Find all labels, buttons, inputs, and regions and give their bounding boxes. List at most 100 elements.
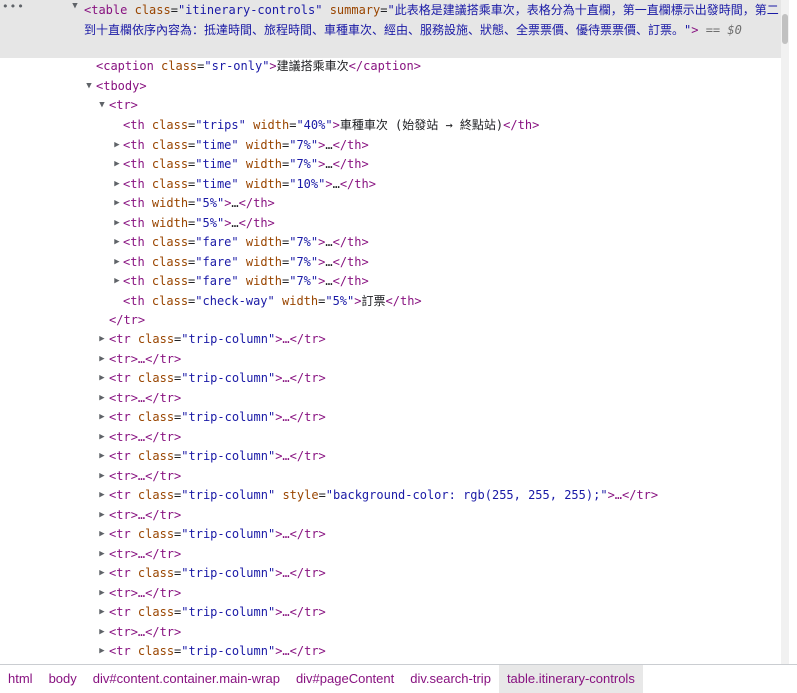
attr-value: "time"	[195, 157, 239, 171]
collapse-triangle-icon[interactable]: ▼	[97, 96, 107, 116]
th-node[interactable]: <th class="time" width="7%">…</th>	[123, 136, 369, 156]
close-tag: </th>	[238, 196, 275, 210]
attr-value: "7%"	[289, 274, 319, 288]
expand-triangle-icon[interactable]: ▶	[112, 253, 122, 273]
expand-triangle-icon[interactable]: ▶	[112, 194, 122, 214]
tr-node[interactable]: <tr class="trip-column">…</tr>	[109, 642, 326, 662]
th-node[interactable]: <th class="fare" width="7%">…</th>	[123, 253, 369, 273]
breadcrumb-item[interactable]: div#content.container.main-wrap	[85, 665, 288, 693]
th-node[interactable]: <th class="trips" width="40%">車種車次 (始發站 …	[123, 116, 539, 136]
attr-value: "trip-column"	[181, 605, 276, 619]
collapse-triangle-icon[interactable]: ▼	[84, 77, 94, 97]
header-tr-node[interactable]: <tr>	[109, 96, 138, 116]
attr-name: width	[245, 157, 282, 171]
expand-triangle-icon[interactable]: ▶	[112, 214, 122, 234]
expand-triangle-icon[interactable]: ▶	[112, 272, 122, 292]
attr-name: width	[245, 254, 282, 269]
selected-node-row[interactable]: ••• ▼ <table class="itinerary-controls" …	[0, 0, 789, 58]
tr-node[interactable]: <tr>…</tr>	[109, 623, 181, 643]
th-node[interactable]: <th class="fare" width="7%">…</th>	[123, 272, 369, 292]
header-tr-close[interactable]: </tr>	[109, 311, 145, 331]
th-node[interactable]: <th class="time" width="10%">…</th>	[123, 175, 376, 195]
breadcrumb-item[interactable]: div#pageContent	[288, 665, 402, 693]
attr-value: "trip-column"	[181, 371, 276, 385]
th-node[interactable]: <th class="fare" width="7%">…</th>	[123, 233, 369, 253]
th-node[interactable]: <th class="check-way" width="5%">訂票</th>	[123, 292, 422, 312]
expand-triangle-icon[interactable]: ▶	[97, 584, 107, 604]
tag-name: <tr	[109, 605, 131, 619]
close-tag: </th>	[332, 235, 369, 249]
breadcrumb-item[interactable]: table.itinerary-controls	[498, 665, 643, 693]
attr-value: "7%"	[289, 254, 319, 269]
attr-name: class	[137, 449, 175, 463]
breadcrumb-item[interactable]: body	[41, 665, 85, 693]
expand-triangle-icon[interactable]: ▶	[112, 136, 122, 156]
tr-node[interactable]: <tr class="trip-column">…</tr>	[109, 525, 326, 545]
tr-node[interactable]: <tr class="trip-column">…</tr>	[109, 330, 326, 350]
expand-triangle-icon[interactable]: ▶	[97, 447, 107, 467]
attr-value: "5%"	[195, 196, 225, 210]
attr-value: "time"	[195, 137, 239, 152]
vertical-scrollbar[interactable]	[781, 0, 789, 664]
tag-name: <tr	[109, 371, 131, 385]
caption-node[interactable]: <caption class="sr-only">建議搭乘車次</caption…	[96, 57, 421, 77]
expand-triangle-icon[interactable]: ▶	[112, 233, 122, 253]
tr-node[interactable]: <tr class="trip-column">…</tr>	[109, 447, 326, 467]
attr-name: width	[282, 293, 319, 308]
tag-name: <th	[123, 118, 145, 132]
expand-triangle-icon[interactable]: ▶	[97, 525, 107, 545]
tr-node[interactable]: <tr class="trip-column">…</tr>	[109, 603, 326, 623]
tag-name: <th	[123, 254, 145, 269]
close-tag: </th>	[332, 274, 369, 288]
tr-node[interactable]: <tr class="trip-column" style="backgroun…	[109, 486, 658, 506]
tr-node[interactable]: <tr>…</tr>	[109, 545, 181, 565]
expand-triangle-icon[interactable]: ▶	[97, 369, 107, 389]
tr-node[interactable]: <tr>…</tr>	[109, 389, 181, 409]
expand-triangle-icon[interactable]: ▶	[97, 506, 107, 526]
tr-node[interactable]: <tr class="trip-column">…</tr>	[109, 564, 326, 584]
more-options-icon[interactable]: •••	[2, 0, 25, 13]
expand-triangle-icon[interactable]: ▶	[97, 408, 107, 428]
expand-triangle-icon[interactable]: ▶	[97, 428, 107, 448]
elements-tree[interactable]: ••• ▼ <table class="itinerary-controls" …	[0, 0, 789, 664]
expand-triangle-icon[interactable]: ▶	[97, 389, 107, 409]
expand-triangle-icon[interactable]: ▶	[97, 545, 107, 565]
breadcrumb-item[interactable]: div.search-trip	[402, 665, 499, 693]
expand-triangle-icon[interactable]: ▶	[97, 642, 107, 662]
expand-triangle-icon[interactable]: ▶	[97, 564, 107, 584]
attr-value: "trip-column"	[181, 644, 276, 658]
attr-name: class	[151, 176, 189, 191]
th-node[interactable]: <th width="5%">…</th>	[123, 214, 275, 234]
tr-node[interactable]: <tr>…</tr>	[109, 350, 181, 370]
collapsed-content: >…</tr>	[607, 488, 659, 502]
th-node[interactable]: <th width="5%">…</th>	[123, 194, 275, 214]
tag-name: <th	[123, 293, 145, 308]
attr-value: "background-color: rgb(255, 255, 255);"	[325, 488, 608, 502]
expand-triangle-icon[interactable]: ▶	[112, 155, 122, 175]
expand-triangle-icon[interactable]: ▶	[112, 175, 122, 195]
expand-triangle-icon[interactable]: ▶	[97, 603, 107, 623]
scrollbar-thumb[interactable]	[782, 14, 788, 44]
expand-triangle-icon[interactable]: ▶	[97, 467, 107, 487]
breadcrumb-item[interactable]: html	[0, 665, 41, 693]
expand-triangle-icon[interactable]: ▶	[97, 623, 107, 643]
expand-triangle-icon[interactable]: ▶	[97, 350, 107, 370]
collapse-triangle-icon[interactable]: ▼	[70, 1, 80, 11]
tag-name: <th	[123, 176, 145, 191]
expand-triangle-icon[interactable]: ▶	[97, 486, 107, 506]
attr-name: style	[282, 488, 319, 502]
tr-node[interactable]: <tr>…</tr>	[109, 428, 181, 448]
tag-bracket: >	[354, 293, 362, 308]
tr-node[interactable]: <tr class="trip-column">…</tr>	[109, 408, 326, 428]
th-node[interactable]: <th class="time" width="7%">…</th>	[123, 155, 369, 175]
tr-node[interactable]: <tr>…</tr>	[109, 506, 181, 526]
expand-triangle-icon[interactable]: ▶	[97, 330, 107, 350]
attr-value: "trip-column"	[181, 488, 276, 502]
tbody-node[interactable]: <tbody>	[96, 77, 147, 97]
attr-value: "check-way"	[195, 293, 275, 308]
attr-name: class	[137, 605, 175, 619]
tag-name: <th	[123, 196, 145, 210]
tr-node[interactable]: <tr>…</tr>	[109, 584, 181, 604]
tr-node[interactable]: <tr>…</tr>	[109, 467, 181, 487]
tr-node[interactable]: <tr class="trip-column">…</tr>	[109, 369, 326, 389]
